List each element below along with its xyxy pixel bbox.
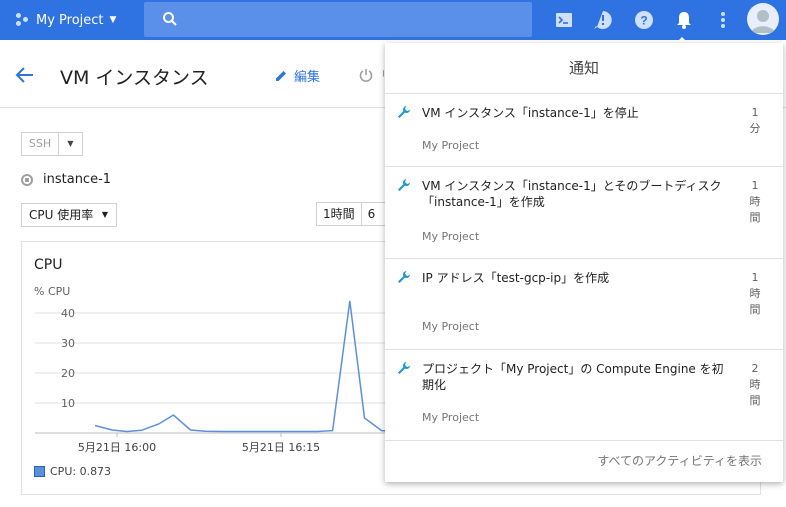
notification-message: VM インスタンス「instance-1」を停止 [422, 106, 639, 120]
x-tick-label: 5月21日 16:00 [78, 441, 156, 454]
chart-legend: CPU: 0.873 [34, 465, 111, 478]
notification-item[interactable]: プロジェクト「My Project」の Compute Engine を初期化 … [385, 351, 783, 441]
x-tick-label: 5月21日 16:15 [242, 441, 320, 454]
notification-time: 2時間 [749, 362, 761, 407]
wrench-icon [398, 362, 410, 374]
view-all-activity-link[interactable]: すべてのアクティビティを表示 [385, 441, 783, 481]
notification-item[interactable]: VM インスタンス「instance-1」とそのブートディスク「instance… [385, 168, 783, 259]
legend-label: CPU: 0.873 [50, 465, 112, 478]
notification-project: My Project [422, 230, 480, 243]
y-tick-label: 20 [61, 367, 75, 380]
notification-item[interactable]: IP アドレス「test-gcp-ip」を作成 My Project 1時間 [385, 260, 783, 350]
wrench-icon [398, 106, 410, 118]
y-tick-label: 10 [61, 397, 75, 410]
notification-project: My Project [422, 139, 480, 152]
notification-panel-title: 通知 [385, 43, 783, 94]
notification-message: IP アドレス「test-gcp-ip」を作成 [422, 271, 610, 285]
notification-message: VM インスタンス「instance-1」とそのブートディスク「instance… [422, 179, 722, 209]
y-tick-label: 40 [61, 307, 75, 320]
notification-time: 1時間 [749, 271, 761, 316]
y-tick-label: 30 [61, 337, 75, 350]
notification-item[interactable]: VM インスタンス「instance-1」を停止 My Project 1分 [385, 95, 783, 167]
notification-project: My Project [422, 411, 480, 424]
notification-project: My Project [422, 320, 480, 333]
notification-message: プロジェクト「My Project」の Compute Engine を初期化 [422, 362, 724, 392]
wrench-icon [398, 271, 410, 283]
legend-swatch [34, 466, 45, 477]
notification-panel: 通知 VM インスタンス「instance-1」を停止 My Project 1… [385, 43, 783, 482]
notification-time: 1分 [749, 106, 761, 135]
notification-time: 1時間 [749, 179, 761, 224]
wrench-icon [398, 179, 410, 191]
